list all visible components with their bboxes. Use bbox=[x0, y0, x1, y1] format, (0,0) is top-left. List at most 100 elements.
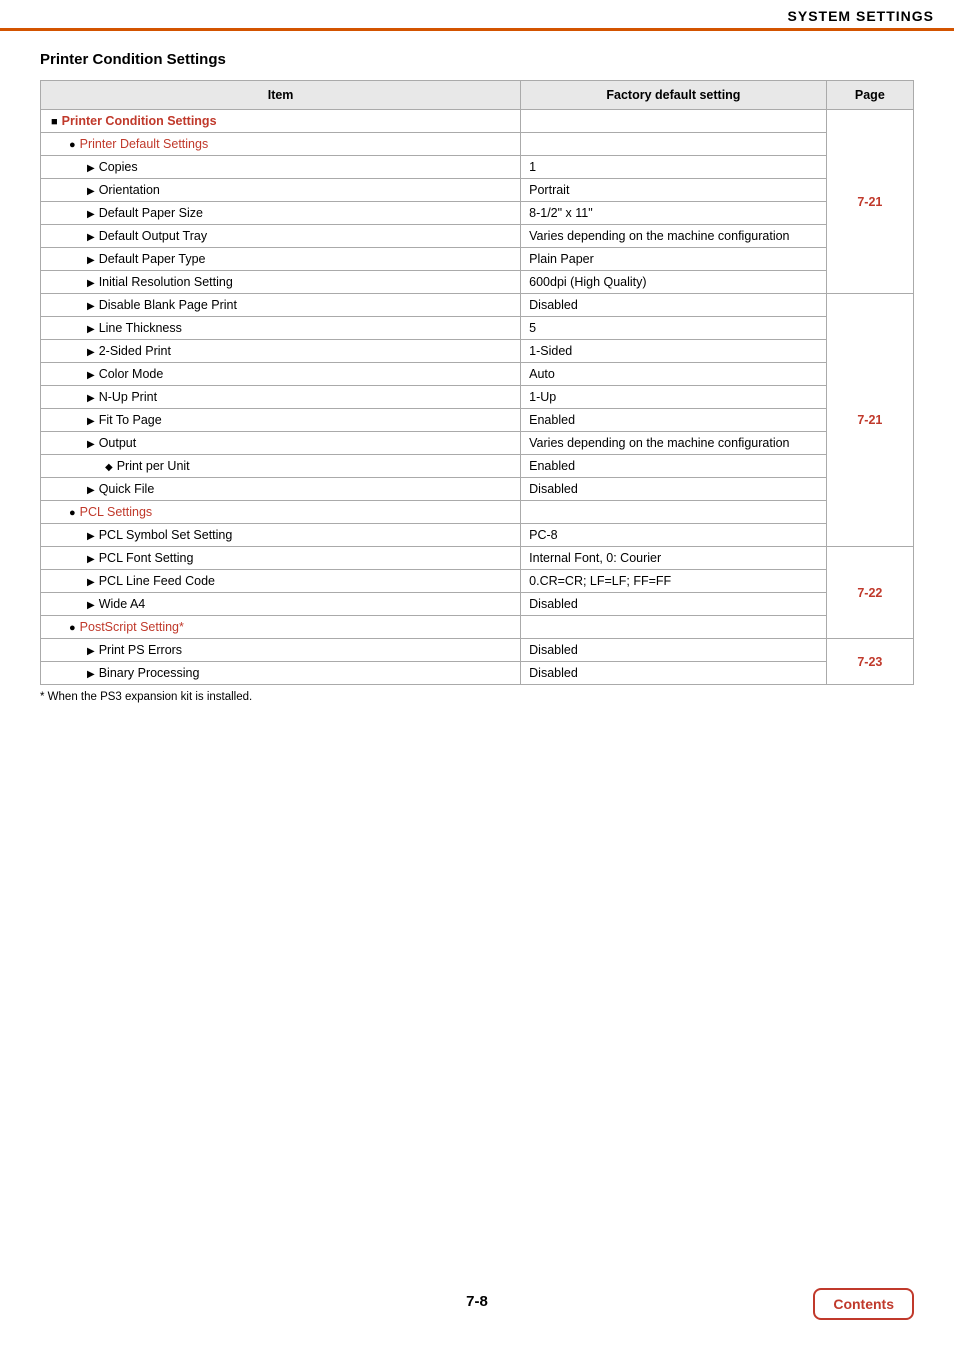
item-label: Default Paper Size bbox=[99, 206, 203, 220]
default-value: 8-1/2" x 11" bbox=[529, 206, 593, 220]
page-footer: 7-8 bbox=[0, 1293, 954, 1310]
table-row: ▶Color ModeAuto bbox=[41, 363, 914, 386]
default-cell bbox=[521, 133, 827, 156]
contents-button[interactable]: Contents bbox=[813, 1288, 914, 1320]
page-number: 7-8 bbox=[466, 1293, 488, 1310]
item-cell: ▶Copies bbox=[41, 156, 521, 179]
default-cell: Disabled bbox=[521, 593, 827, 616]
arrow-icon: ▶ bbox=[87, 577, 95, 588]
table-row: ▶OutputVaries depending on the machine c… bbox=[41, 432, 914, 455]
item-cell: ▶ Binary Processing bbox=[41, 662, 521, 685]
circle-icon: ● bbox=[69, 139, 76, 151]
arrow-icon: ▶ bbox=[87, 600, 95, 611]
default-cell: Plain Paper bbox=[521, 248, 827, 271]
circle-icon: ● bbox=[69, 622, 76, 634]
default-cell: Varies depending on the machine configur… bbox=[521, 432, 827, 455]
arrow-icon: ▶ bbox=[87, 209, 95, 220]
default-value: 1 bbox=[529, 160, 536, 174]
page-header: SYSTEM SETTINGS bbox=[0, 0, 954, 31]
default-cell: Enabled bbox=[521, 409, 827, 432]
table-row: ▶PCL Line Feed Code 0.CR=CR; LF=LF; FF=FF bbox=[41, 570, 914, 593]
page-number-cell: 7-21 bbox=[857, 413, 882, 427]
default-cell: Disabled bbox=[521, 478, 827, 501]
default-value: Disabled bbox=[529, 666, 578, 680]
arrow-icon: ▶ bbox=[87, 485, 95, 496]
table-row: ●Printer Default Settings bbox=[41, 133, 914, 156]
header-title: SYSTEM SETTINGS bbox=[788, 8, 934, 24]
default-value: 1-Up bbox=[529, 390, 556, 404]
default-value: Varies depending on the machine configur… bbox=[529, 229, 789, 243]
default-value: 0.CR=CR; LF=LF; FF=FF bbox=[529, 574, 671, 588]
diamond-icon: ◆ bbox=[105, 462, 113, 473]
item-cell: ◆ Print per Unit bbox=[41, 455, 521, 478]
square-icon: ■ bbox=[51, 116, 58, 128]
arrow-icon: ▶ bbox=[87, 554, 95, 565]
page-number-cell: 7-21 bbox=[857, 195, 882, 209]
item-label: PostScript Setting* bbox=[80, 620, 184, 634]
table-row: ▶Default Paper TypePlain Paper bbox=[41, 248, 914, 271]
default-cell bbox=[521, 616, 827, 639]
arrow-icon: ▶ bbox=[87, 255, 95, 266]
item-cell: ▶Initial Resolution Setting bbox=[41, 271, 521, 294]
default-value: 600dpi (High Quality) bbox=[529, 275, 646, 289]
item-cell: ▶N-Up Print bbox=[41, 386, 521, 409]
item-label: Printer Condition Settings bbox=[62, 114, 217, 128]
default-cell: 600dpi (High Quality) bbox=[521, 271, 827, 294]
table-row: ▶Print PS ErrorsDisabled7-23 bbox=[41, 639, 914, 662]
arrow-icon: ▶ bbox=[87, 278, 95, 289]
page-cell: 7-23 bbox=[826, 639, 913, 685]
table-row: ▶N-Up Print 1-Up bbox=[41, 386, 914, 409]
table-row: ▶Default Output Tray Varies depending on … bbox=[41, 225, 914, 248]
item-cell: ● PCL Settings bbox=[41, 501, 521, 524]
item-cell: ▶Line Thickness bbox=[41, 317, 521, 340]
item-label: Binary Processing bbox=[99, 666, 200, 680]
item-cell: ▶Default Output Tray bbox=[41, 225, 521, 248]
item-label: Fit To Page bbox=[99, 413, 162, 427]
item-cell: ▶PCL Line Feed Code bbox=[41, 570, 521, 593]
item-cell: ▶PCL Font Setting bbox=[41, 547, 521, 570]
default-cell: 1 bbox=[521, 156, 827, 179]
item-cell: ▶ Wide A4 bbox=[41, 593, 521, 616]
item-cell: ▶ Default Paper Size bbox=[41, 202, 521, 225]
item-label: Copies bbox=[99, 160, 138, 174]
default-cell: PC-8 bbox=[521, 524, 827, 547]
page-cell: 7-22 bbox=[826, 547, 913, 639]
default-cell: Varies depending on the machine configur… bbox=[521, 225, 827, 248]
table-row: ▶ Default Paper Size 8-1/2" x 11" bbox=[41, 202, 914, 225]
table-row: ▶PCL Symbol Set Setting PC-8 bbox=[41, 524, 914, 547]
table-row: ■Printer Condition Settings7-21 bbox=[41, 110, 914, 133]
default-cell: 5 bbox=[521, 317, 827, 340]
default-value: PC-8 bbox=[529, 528, 557, 542]
default-value: Enabled bbox=[529, 459, 575, 473]
default-cell bbox=[521, 110, 827, 133]
arrow-icon: ▶ bbox=[87, 669, 95, 680]
default-cell: 0.CR=CR; LF=LF; FF=FF bbox=[521, 570, 827, 593]
table-row: ▶ Wide A4 Disabled bbox=[41, 593, 914, 616]
table-row: ▶Quick FileDisabled bbox=[41, 478, 914, 501]
col-page: Page bbox=[826, 81, 913, 110]
item-cell: ▶Quick File bbox=[41, 478, 521, 501]
item-label: PCL Settings bbox=[80, 505, 153, 519]
default-cell: Enabled bbox=[521, 455, 827, 478]
default-cell: Disabled bbox=[521, 639, 827, 662]
col-item: Item bbox=[41, 81, 521, 110]
item-cell: ▶Default Paper Type bbox=[41, 248, 521, 271]
item-cell: ●Printer Default Settings bbox=[41, 133, 521, 156]
item-label: 2-Sided Print bbox=[99, 344, 171, 358]
item-label: Print per Unit bbox=[117, 459, 190, 473]
item-label: Print PS Errors bbox=[99, 643, 182, 657]
default-cell: Internal Font, 0: Courier bbox=[521, 547, 827, 570]
table-body: ■ Printer Condition Settings 7-21 ●Printer … bbox=[41, 110, 914, 685]
item-cell: ▶2-Sided Print bbox=[41, 340, 521, 363]
arrow-icon: ▶ bbox=[87, 186, 95, 197]
item-label: Wide A4 bbox=[99, 597, 146, 611]
default-value: 5 bbox=[529, 321, 536, 335]
circle-icon: ● bbox=[69, 507, 76, 519]
table-row: ◆ Print per Unit Enabled bbox=[41, 455, 914, 478]
table-row: ▶Copies 1 bbox=[41, 156, 914, 179]
arrow-icon: ▶ bbox=[87, 393, 95, 404]
arrow-icon: ▶ bbox=[87, 416, 95, 427]
default-cell: Disabled bbox=[521, 662, 827, 685]
item-cell: ▶PCL Symbol Set Setting bbox=[41, 524, 521, 547]
table-row: ● PCL Settings bbox=[41, 501, 914, 524]
